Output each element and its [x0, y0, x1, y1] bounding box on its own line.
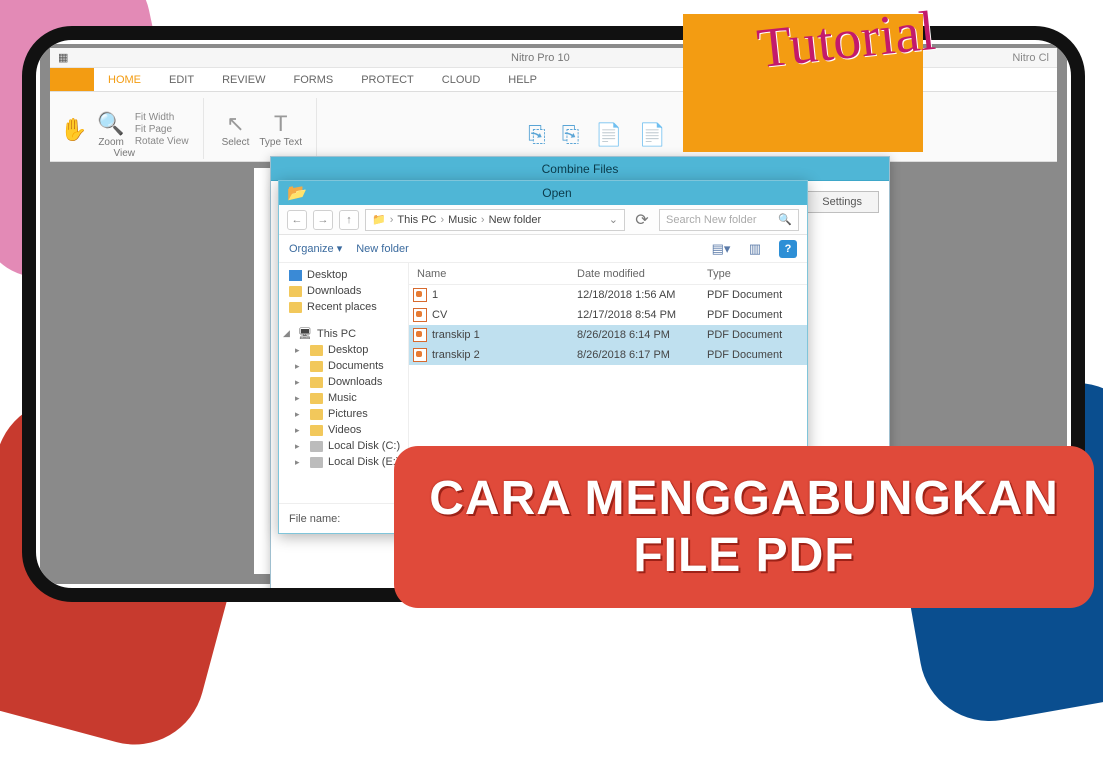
tree-desktop[interactable]: Desktop [279, 267, 408, 283]
convert-icon-4[interactable]: 📄 [639, 122, 666, 148]
pdf-file-icon [413, 348, 427, 362]
select-icon[interactable]: ↖ [226, 111, 244, 137]
zoom-icon[interactable]: 🔍 [97, 111, 124, 137]
file-row[interactable]: transkip 18/26/2018 6:14 PMPDF Document [409, 325, 807, 345]
nav-back-button[interactable]: ← [287, 210, 307, 230]
convert-icon-1[interactable]: ⎘ [528, 122, 546, 148]
file-row[interactable]: transkip 28/26/2018 6:17 PMPDF Document [409, 345, 807, 365]
tree-downloads[interactable]: Downloads [279, 283, 408, 299]
rotate-view-button[interactable]: Rotate View [135, 136, 189, 147]
app-icon: ▦ [58, 51, 68, 64]
col-type[interactable]: Type [707, 268, 807, 280]
organize-menu[interactable]: Organize ▾ [289, 242, 342, 255]
col-date[interactable]: Date modified [577, 268, 707, 280]
nav-up-button[interactable]: ↑ [339, 210, 359, 230]
type-text-label: Type Text [259, 137, 302, 148]
new-folder-button[interactable]: New folder [356, 243, 409, 255]
view-options-button[interactable]: ▤▾ [711, 240, 731, 258]
caption-line1: CARA MENGGABUNGKAN [429, 471, 1059, 526]
ribbon-group-tools: ↖ Select T Type Text [222, 98, 317, 159]
search-input[interactable]: Search New folder 🔍 [659, 209, 799, 231]
convert-icon-3[interactable]: 📄 [595, 122, 622, 148]
file-row[interactable]: CV12/17/2018 8:54 PMPDF Document [409, 305, 807, 325]
ribbon-group-view: ✋ 🔍 Zoom Fit Width Fit Page Rotate View … [60, 98, 204, 159]
tree-pc-videos[interactable]: ▸Videos [279, 422, 408, 438]
select-label: Select [222, 137, 250, 148]
tree-pc-desktop[interactable]: ▸Desktop [279, 342, 408, 358]
type-text-icon[interactable]: T [274, 111, 287, 137]
tree-pc-pictures[interactable]: ▸Pictures [279, 406, 408, 422]
breadcrumb-seg-0[interactable]: This PC [397, 214, 436, 226]
breadcrumb-seg-1[interactable]: Music [448, 214, 477, 226]
tree-this-pc[interactable]: ◢🖥 This PC [279, 325, 408, 342]
tab-cloud[interactable]: CLOUD [428, 68, 495, 91]
chevron-down-icon[interactable]: ⌄ [609, 213, 618, 226]
pdf-file-icon [413, 288, 427, 302]
tab-home[interactable]: HOME [94, 68, 155, 91]
search-placeholder: Search New folder [666, 214, 757, 226]
help-button[interactable]: ? [779, 240, 797, 258]
open-dialog-title: Open [315, 186, 799, 200]
tree-pc-music[interactable]: ▸Music [279, 390, 408, 406]
col-name[interactable]: Name [409, 268, 577, 280]
open-dialog-icon: 📂 [287, 183, 307, 203]
caption-line2: FILE PDF [633, 528, 854, 583]
tree-pc-disk-c[interactable]: ▸Local Disk (C:) [279, 438, 408, 454]
pdf-file-icon [413, 308, 427, 322]
ribbon-group-view-label: View [114, 148, 136, 159]
app-title-right: Nitro Cl [1012, 52, 1049, 64]
decor-caption-box: CARA MENGGABUNGKAN FILE PDF [394, 446, 1094, 608]
nav-forward-button[interactable]: → [313, 210, 333, 230]
tab-forms[interactable]: FORMS [279, 68, 347, 91]
tree-pc-disk-e[interactable]: ▸Local Disk (E:) [279, 454, 408, 470]
breadcrumb-seg-2[interactable]: New folder [489, 214, 542, 226]
file-list-header: Name Date modified Type [409, 263, 807, 285]
tab-review[interactable]: REVIEW [208, 68, 279, 91]
tree-pc-documents[interactable]: ▸Documents [279, 358, 408, 374]
refresh-button[interactable]: ⟳ [631, 210, 653, 230]
folder-icon: 📁 [372, 213, 386, 226]
pdf-file-icon [413, 328, 427, 342]
tab-protect[interactable]: PROTECT [347, 68, 428, 91]
combine-files-title: Combine Files [271, 157, 889, 181]
filename-label: File name: [289, 513, 340, 525]
file-row[interactable]: 112/18/2018 1:56 AMPDF Document [409, 285, 807, 305]
search-icon: 🔍 [778, 213, 792, 226]
tab-help[interactable]: HELP [494, 68, 551, 91]
settings-button[interactable]: Settings [805, 191, 879, 213]
fit-page-button[interactable]: Fit Page [135, 124, 172, 135]
convert-icon-2[interactable]: ⎘ [562, 122, 580, 148]
preview-pane-button[interactable]: ▥ [745, 240, 765, 258]
fit-width-button[interactable]: Fit Width [135, 112, 174, 123]
open-after-creation-checkbox[interactable]: ✓ [281, 589, 293, 601]
tab-edit[interactable]: EDIT [155, 68, 208, 91]
breadcrumb[interactable]: 📁 › This PC › Music › New folder ⌄ [365, 209, 625, 231]
tree-pc-downloads[interactable]: ▸Downloads [279, 374, 408, 390]
file-tab[interactable] [50, 68, 94, 91]
hand-tool-icon[interactable]: ✋ [60, 117, 87, 143]
nav-tree: Desktop Downloads Recent places ◢🖥 This … [279, 263, 409, 503]
zoom-label: Zoom [98, 137, 124, 148]
tree-recent[interactable]: Recent places [279, 299, 408, 315]
